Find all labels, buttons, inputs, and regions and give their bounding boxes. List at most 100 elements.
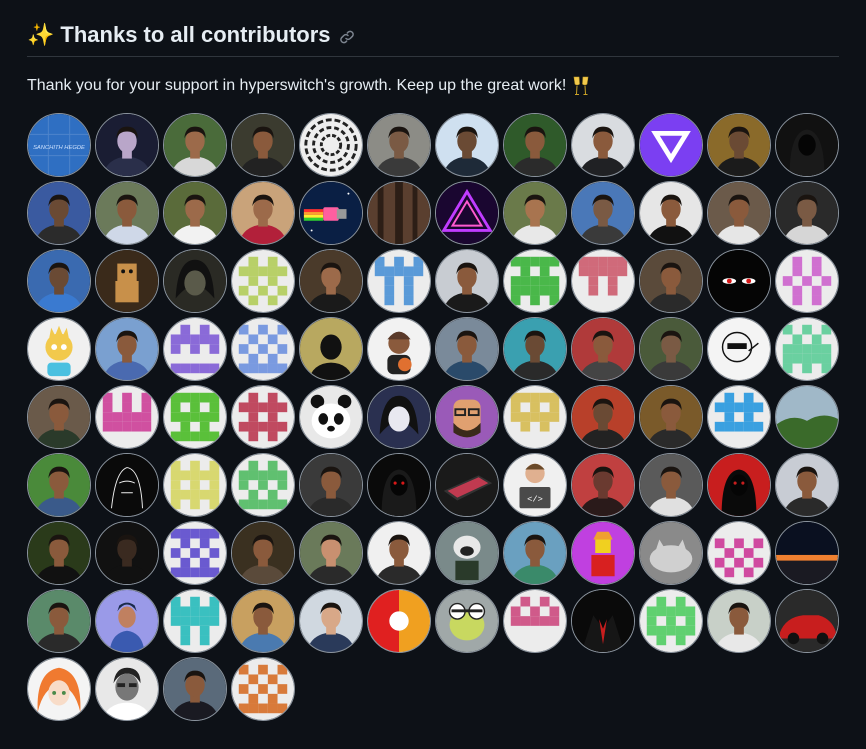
contributor-avatar[interactable]	[639, 453, 703, 517]
contributor-avatar[interactable]	[299, 249, 363, 313]
contributor-avatar[interactable]	[571, 113, 635, 177]
contributor-avatar[interactable]	[775, 249, 839, 313]
contributor-avatar[interactable]	[707, 317, 771, 381]
contributor-avatar[interactable]	[231, 657, 295, 721]
contributor-avatar[interactable]	[435, 453, 499, 517]
contributor-avatar[interactable]	[639, 249, 703, 313]
contributor-avatar[interactable]	[435, 181, 499, 245]
contributor-avatar[interactable]	[27, 521, 91, 585]
contributor-avatar[interactable]	[707, 113, 771, 177]
contributor-avatar[interactable]	[435, 385, 499, 449]
contributor-avatar[interactable]	[571, 521, 635, 585]
contributor-avatar[interactable]	[503, 113, 567, 177]
contributor-avatar[interactable]	[231, 385, 295, 449]
contributor-avatar[interactable]	[639, 113, 703, 177]
contributor-avatar[interactable]	[503, 589, 567, 653]
contributor-avatar[interactable]	[775, 521, 839, 585]
contributor-avatar[interactable]	[163, 589, 227, 653]
contributor-avatar[interactable]	[299, 317, 363, 381]
contributor-avatar[interactable]	[571, 181, 635, 245]
contributor-avatar[interactable]	[27, 589, 91, 653]
contributor-avatar[interactable]	[775, 385, 839, 449]
contributor-avatar[interactable]	[571, 453, 635, 517]
contributor-avatar[interactable]	[639, 181, 703, 245]
contributor-avatar[interactable]	[503, 521, 567, 585]
contributor-avatar[interactable]	[707, 249, 771, 313]
contributor-avatar[interactable]	[367, 317, 431, 381]
contributor-avatar[interactable]	[27, 385, 91, 449]
contributor-avatar[interactable]	[163, 249, 227, 313]
contributor-avatar[interactable]	[231, 589, 295, 653]
contributor-avatar[interactable]	[571, 385, 635, 449]
contributor-avatar[interactable]	[775, 453, 839, 517]
contributor-avatar[interactable]	[367, 249, 431, 313]
contributor-avatar[interactable]	[775, 589, 839, 653]
contributor-avatar[interactable]	[163, 657, 227, 721]
contributor-avatar[interactable]: </>	[503, 453, 567, 517]
contributor-avatar[interactable]	[503, 317, 567, 381]
contributor-avatar[interactable]	[367, 521, 431, 585]
contributor-avatar[interactable]	[707, 589, 771, 653]
contributor-avatar[interactable]	[435, 249, 499, 313]
contributor-avatar[interactable]	[27, 453, 91, 517]
contributor-avatar[interactable]	[231, 521, 295, 585]
contributor-avatar[interactable]	[435, 521, 499, 585]
contributor-avatar[interactable]	[435, 113, 499, 177]
contributor-avatar[interactable]	[707, 385, 771, 449]
contributor-avatar[interactable]	[707, 181, 771, 245]
contributor-avatar[interactable]	[707, 453, 771, 517]
contributor-avatar[interactable]	[95, 385, 159, 449]
contributor-avatar[interactable]	[95, 181, 159, 245]
contributor-avatar[interactable]	[639, 521, 703, 585]
contributor-avatar[interactable]	[639, 385, 703, 449]
contributor-avatar[interactable]	[775, 113, 839, 177]
contributor-avatar[interactable]	[435, 589, 499, 653]
contributor-avatar[interactable]	[231, 113, 295, 177]
contributor-avatar[interactable]	[775, 181, 839, 245]
contributor-avatar[interactable]	[503, 249, 567, 313]
contributor-avatar[interactable]	[95, 453, 159, 517]
contributor-avatar[interactable]	[639, 589, 703, 653]
contributor-avatar[interactable]	[299, 113, 363, 177]
contributor-avatar[interactable]	[231, 181, 295, 245]
contributor-avatar[interactable]	[27, 181, 91, 245]
contributor-avatar[interactable]	[231, 249, 295, 313]
contributor-avatar[interactable]	[163, 385, 227, 449]
anchor-link-icon[interactable]	[339, 29, 355, 45]
contributor-avatar[interactable]	[231, 453, 295, 517]
contributor-avatar[interactable]	[231, 317, 295, 381]
contributor-avatar[interactable]	[775, 317, 839, 381]
contributor-avatar[interactable]	[95, 113, 159, 177]
contributor-avatar[interactable]	[95, 249, 159, 313]
contributor-avatar[interactable]	[367, 385, 431, 449]
contributor-avatar[interactable]	[435, 317, 499, 381]
contributor-avatar[interactable]	[367, 453, 431, 517]
contributor-avatar[interactable]	[163, 113, 227, 177]
contributor-avatar[interactable]	[367, 589, 431, 653]
contributor-avatar[interactable]	[27, 657, 91, 721]
contributor-avatar[interactable]	[707, 521, 771, 585]
contributor-avatar[interactable]	[299, 589, 363, 653]
contributor-avatar[interactable]	[95, 317, 159, 381]
contributor-avatar[interactable]	[299, 181, 363, 245]
contributor-avatar[interactable]	[571, 317, 635, 381]
contributor-avatar[interactable]	[367, 113, 431, 177]
contributor-avatar[interactable]	[571, 589, 635, 653]
contributor-avatar[interactable]	[639, 317, 703, 381]
contributor-avatar[interactable]	[27, 249, 91, 313]
contributor-avatar[interactable]	[27, 317, 91, 381]
contributor-avatar[interactable]	[503, 181, 567, 245]
contributor-avatar[interactable]	[163, 317, 227, 381]
contributor-avatar[interactable]: SANCHITH HEGDE	[27, 113, 91, 177]
contributor-avatar[interactable]	[95, 589, 159, 653]
contributor-avatar[interactable]	[367, 181, 431, 245]
contributor-avatar[interactable]	[299, 453, 363, 517]
contributor-avatar[interactable]	[163, 181, 227, 245]
contributor-avatar[interactable]	[95, 521, 159, 585]
contributor-avatar[interactable]	[299, 385, 363, 449]
contributor-avatar[interactable]	[163, 453, 227, 517]
contributor-avatar[interactable]	[571, 249, 635, 313]
contributor-avatar[interactable]	[503, 385, 567, 449]
contributor-avatar[interactable]	[95, 657, 159, 721]
contributor-avatar[interactable]	[163, 521, 227, 585]
